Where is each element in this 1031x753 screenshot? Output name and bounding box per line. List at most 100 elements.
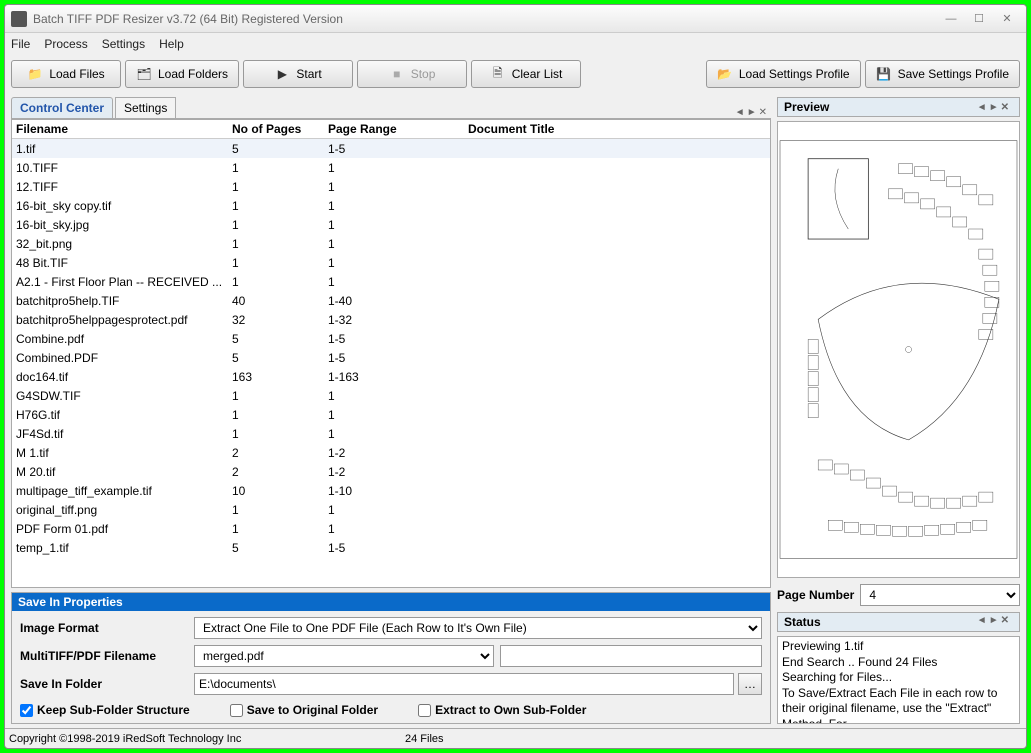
load-folders-button[interactable]: 🗂Load Folders [125,60,239,88]
menu-settings[interactable]: Settings [102,37,145,51]
table-row[interactable]: JF4Sd.tif11 [12,424,770,443]
table-row[interactable]: 10.TIFF11 [12,158,770,177]
table-row[interactable]: M 20.tif21-2 [12,462,770,481]
table-row[interactable]: original_tiff.png11 [12,500,770,519]
load-files-label: Load Files [49,67,104,81]
table-row[interactable]: 16-bit_sky copy.tif11 [12,196,770,215]
cell [464,223,770,227]
table-row[interactable]: Combined.PDF51-5 [12,348,770,367]
image-format-select[interactable]: Extract One File to One PDF File (Each R… [194,617,762,639]
cell [464,318,770,322]
extract-own-label: Extract to Own Sub-Folder [435,703,586,717]
cell [464,166,770,170]
load-files-button[interactable]: 📁Load Files [11,60,121,88]
extract-own-checkbox[interactable]: Extract to Own Sub-Folder [418,703,586,717]
preview-title-label: Preview [784,100,829,114]
col-range[interactable]: Page Range [324,120,464,138]
table-row[interactable]: 32_bit.png11 [12,234,770,253]
cell: M 20.tif [12,463,228,481]
status-line: Previewing 1.tif [782,639,1015,655]
table-row[interactable]: 48 Bit.TIF11 [12,253,770,272]
minimize-button[interactable]: — [938,10,964,28]
clear-list-button[interactable]: 🗎Clear List [471,60,581,88]
table-row[interactable]: batchitpro5help.TIF401-40 [12,291,770,310]
image-format-label: Image Format [20,621,188,635]
cell [464,242,770,246]
cell: temp_1.tif [12,539,228,557]
cell [464,147,770,151]
maximize-button[interactable]: ☐ [966,10,992,28]
table-row[interactable]: Combine.pdf51-5 [12,329,770,348]
table-row[interactable]: PDF Form 01.pdf11 [12,519,770,538]
col-filename[interactable]: Filename [12,120,228,138]
table-row[interactable]: 12.TIFF11 [12,177,770,196]
cell: M 1.tif [12,444,228,462]
save-icon: 💾 [876,67,892,81]
cell: 1-5 [324,330,464,348]
status-title-label: Status [784,615,821,629]
cell [464,337,770,341]
cell: G4SDW.TIF [12,387,228,405]
tab-prev-icon[interactable]: ◄ [735,107,745,118]
cell: doc164.tif [12,368,228,386]
cell: 10 [228,482,324,500]
table-row[interactable]: doc164.tif1631-163 [12,367,770,386]
open-icon: 📂 [717,67,733,81]
tab-settings[interactable]: Settings [115,97,176,118]
cell: 1 [228,254,324,272]
cell: 1-2 [324,444,464,462]
table-row[interactable]: H76G.tif11 [12,405,770,424]
copyright-label: Copyright ©1998-2019 iRedSoft Technology… [9,733,405,745]
menu-help[interactable]: Help [159,37,184,51]
table-row[interactable]: G4SDW.TIF11 [12,386,770,405]
page-number-select[interactable]: 4 [860,584,1020,606]
tab-control-center[interactable]: Control Center [11,97,113,118]
cell: 1 [324,387,464,405]
cell [464,413,770,417]
col-pages[interactable]: No of Pages [228,120,324,138]
table-header: Filename No of Pages Page Range Document… [12,120,770,139]
status-log[interactable]: Previewing 1.tifEnd Search .. Found 24 F… [777,636,1020,724]
status-next-icon[interactable]: ► [989,615,999,629]
stop-icon: ■ [389,67,405,81]
close-button[interactable]: ✕ [994,10,1020,28]
load-profile-button[interactable]: 📂Load Settings Profile [706,60,861,88]
status-line: Searching for Files... [782,670,1015,686]
table-row[interactable]: 1.tif51-5 [12,139,770,158]
tab-close-icon[interactable]: ✕ [759,107,767,118]
preview-close-icon[interactable]: ✕ [1001,102,1009,113]
tab-next-icon[interactable]: ► [747,107,757,118]
cell [464,394,770,398]
cell: 1-163 [324,368,464,386]
table-row[interactable]: M 1.tif21-2 [12,443,770,462]
table-row[interactable]: A2.1 - First Floor Plan -- RECEIVED ...1… [12,272,770,291]
multitiff-extra-input[interactable] [500,645,762,667]
save-folder-input[interactable] [194,673,734,695]
keep-subfolder-checkbox[interactable]: Keep Sub-Folder Structure [20,703,190,717]
multitiff-filename-select[interactable]: merged.pdf [194,645,494,667]
table-row[interactable]: batchitpro5helppagesprotect.pdf321-32 [12,310,770,329]
table-row[interactable]: multipage_tiff_example.tif101-10 [12,481,770,500]
stop-button[interactable]: ■Stop [357,60,467,88]
status-close-icon[interactable]: ✕ [1001,615,1009,629]
col-title[interactable]: Document Title [464,120,770,138]
start-button[interactable]: ▶Start [243,60,353,88]
cell [464,299,770,303]
table-row[interactable]: temp_1.tif51-5 [12,538,770,557]
browse-folder-button[interactable]: … [738,673,762,695]
save-profile-label: Save Settings Profile [898,67,1009,81]
cell: 40 [228,292,324,310]
menu-file[interactable]: File [11,37,30,51]
table-row[interactable]: 16-bit_sky.jpg11 [12,215,770,234]
cell: 1 [324,159,464,177]
menu-process[interactable]: Process [44,37,87,51]
table-body[interactable]: 1.tif51-510.TIFF1112.TIFF1116-bit_sky co… [12,139,770,587]
save-original-checkbox[interactable]: Save to Original Folder [230,703,378,717]
cell: 1 [324,197,464,215]
cell: 1 [324,425,464,443]
save-profile-button[interactable]: 💾 Save Settings Profile [865,60,1020,88]
preview-next-icon[interactable]: ► [989,102,999,113]
preview-prev-icon[interactable]: ◄ [977,102,987,113]
status-prev-icon[interactable]: ◄ [977,615,987,629]
toolbar: 📁Load Files 🗂Load Folders ▶Start ■Stop 🗎… [5,55,1026,93]
